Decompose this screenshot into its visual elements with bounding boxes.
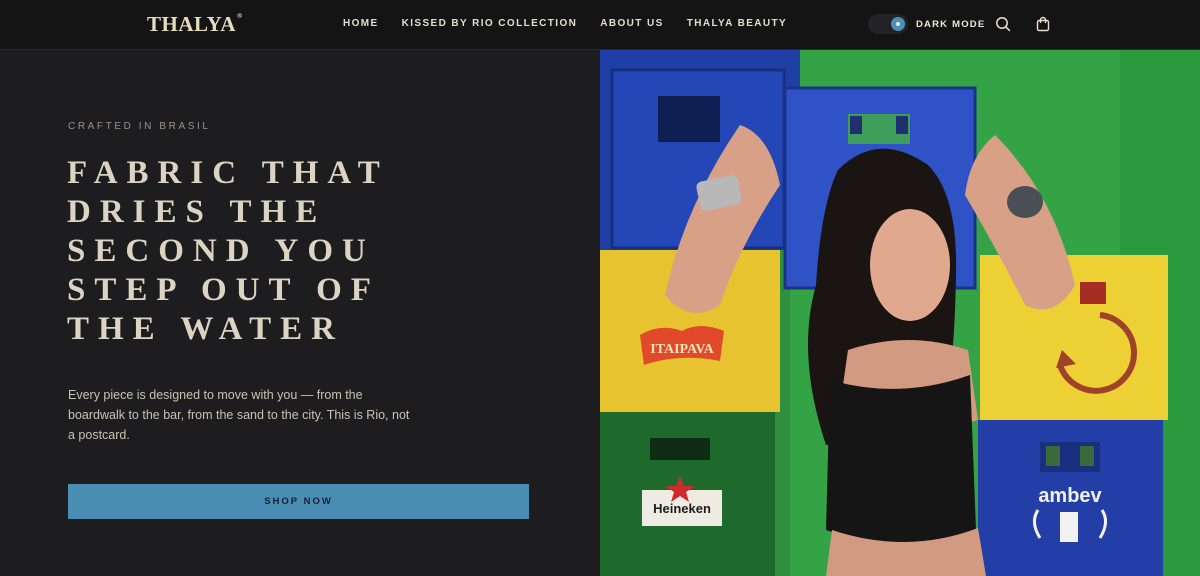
headline-line: THE WATER bbox=[67, 311, 344, 347]
crate-label: ambev bbox=[1038, 485, 1102, 507]
hero-body-copy: Every piece is designed to move with you… bbox=[68, 388, 410, 442]
headline-line: DRIES THE bbox=[67, 194, 327, 230]
dark-mode-toggle[interactable] bbox=[868, 14, 908, 34]
hero-image: ITAIPAVA Heineken ambev bbox=[600, 50, 1200, 576]
hero-eyebrow: CRAFTED IN BRASIL bbox=[68, 121, 211, 132]
nav-home-link[interactable]: HOME bbox=[343, 18, 379, 29]
hero-headline: FABRIC THAT DRIES THE SECOND YOU STEP OU… bbox=[67, 154, 587, 349]
yellow-crate bbox=[980, 255, 1168, 420]
toggle-knob bbox=[891, 17, 905, 31]
main-nav: HOME KISSED BY RIO COLLECTION ABOUT US T… bbox=[343, 18, 810, 29]
cart-icon[interactable] bbox=[1034, 15, 1052, 33]
nav-beauty-link[interactable]: THALYA BEAUTY bbox=[687, 18, 787, 29]
hero-text-panel: CRAFTED IN BRASIL FABRIC THAT DRIES THE … bbox=[0, 50, 600, 576]
crate-label: Heineken bbox=[653, 501, 711, 516]
nav-collection-link[interactable]: KISSED BY RIO COLLECTION bbox=[402, 18, 578, 29]
nav-about-link[interactable]: ABOUT US bbox=[600, 18, 663, 29]
search-icon[interactable] bbox=[994, 15, 1012, 33]
crate-label: ITAIPAVA bbox=[650, 342, 714, 357]
headline-line: SECOND YOU bbox=[67, 233, 375, 269]
shop-now-button[interactable]: SHOP NOW bbox=[68, 484, 529, 519]
brand-logo[interactable]: THALYA® bbox=[147, 12, 243, 37]
site-header: THALYA® HOME KISSED BY RIO COLLECTION AB… bbox=[0, 0, 1200, 50]
dark-mode-label: DARK MODE bbox=[916, 19, 986, 30]
headline-line: FABRIC THAT bbox=[67, 155, 389, 191]
headline-line: STEP OUT OF bbox=[67, 272, 380, 308]
